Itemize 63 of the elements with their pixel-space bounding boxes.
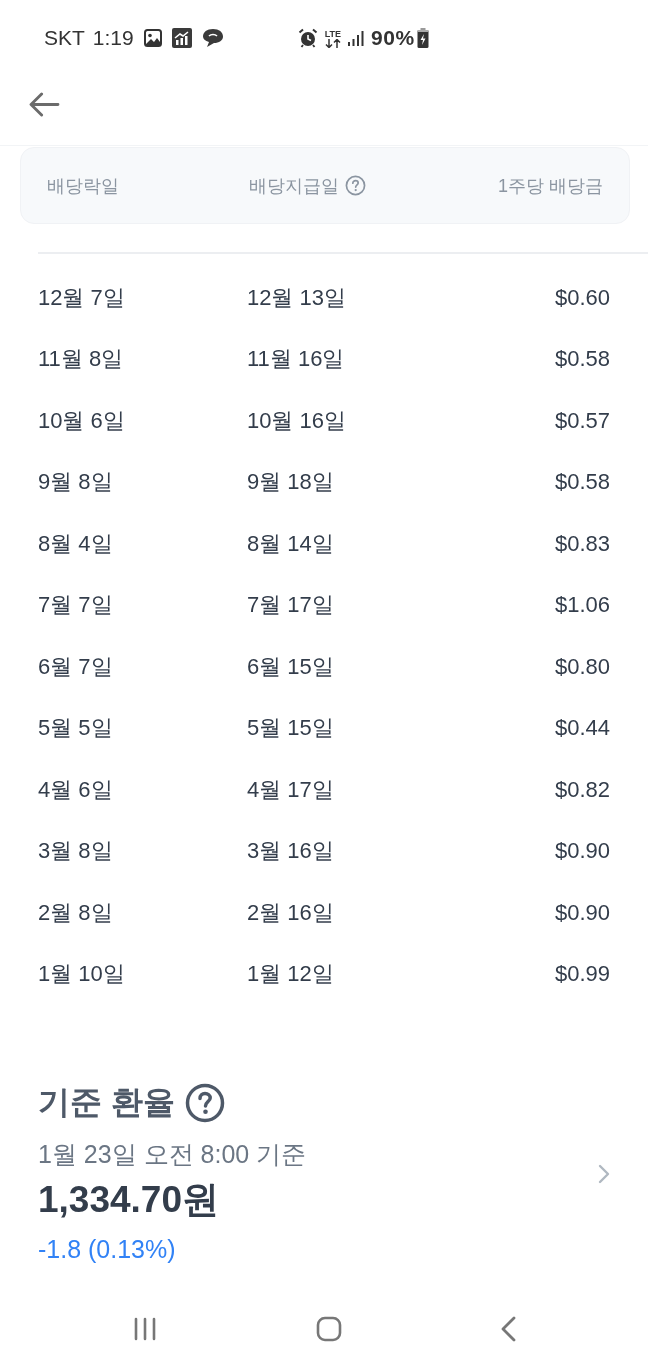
dividend-amount: $0.44 [554, 715, 610, 742]
payment-date: 10월 16일 [247, 406, 348, 435]
payment-date: 5월 15일 [247, 714, 335, 743]
ex-dividend-date: 7월 7일 [38, 591, 114, 620]
ex-dividend-date: 8월 4일 [38, 529, 114, 558]
back-nav-button[interactable] [500, 1316, 516, 1342]
dividend-amount: $0.60 [554, 284, 610, 311]
battery-percent: 90% [371, 26, 415, 50]
back-arrow-icon [29, 92, 60, 117]
chart-icon [171, 28, 192, 48]
dividend-amount: $0.80 [554, 653, 610, 680]
column-header: 배당지급일 [249, 174, 339, 198]
rate-timestamp: 1월 23일 오전 8:00 기준 [38, 1139, 307, 1170]
alarm-clock-icon [297, 28, 318, 48]
ex-dividend-date: 2월 8일 [38, 898, 114, 927]
payment-date: 8월 14일 [247, 529, 335, 558]
payment-date: 12월 13일 [247, 283, 348, 312]
carrier-name: SKT [44, 26, 85, 50]
ex-dividend-date: 6월 7일 [38, 652, 114, 681]
network-type: LTE [324, 28, 342, 39]
ex-dividend-date: 3월 8일 [38, 837, 114, 866]
home-icon [315, 1316, 342, 1342]
dividend-amount: $0.82 [554, 776, 610, 803]
ex-dividend-date: 10월 6일 [38, 406, 126, 435]
clock-time: 1:19 [92, 26, 134, 50]
dividend-amount: $0.57 [554, 407, 610, 434]
battery-charging-icon [416, 28, 429, 48]
home-button[interactable] [315, 1316, 342, 1342]
chat-bubble-icon [201, 28, 224, 48]
dividend-amount: $0.90 [554, 899, 610, 926]
column-header: 1주당 배당금 [498, 174, 603, 198]
ex-dividend-date: 5월 5일 [38, 714, 114, 743]
dividend-amount: $0.90 [554, 838, 610, 865]
back-button[interactable] [29, 92, 60, 117]
recent-apps-icon [133, 1317, 157, 1341]
rate-change: -1.8 (0.13%) [38, 1234, 177, 1265]
dividend-amount: $0.58 [554, 346, 610, 373]
picture-icon [143, 29, 162, 47]
dividend-amount: $1.06 [554, 592, 610, 619]
help-icon[interactable] [184, 1083, 225, 1123]
payment-date: 6월 15일 [247, 652, 335, 681]
ex-dividend-date: 12월 7일 [38, 283, 126, 312]
exchange-rate-value: 1,334.70원 [38, 1178, 221, 1222]
section-title: 기준 환율 [38, 1083, 175, 1122]
payment-date: 11월 16일 [247, 345, 346, 374]
payment-date: 4월 17일 [247, 775, 335, 804]
ex-dividend-date: 1월 10일 [38, 960, 126, 989]
payment-date: 2월 16일 [247, 898, 335, 927]
back-chevron-icon [500, 1316, 516, 1342]
payment-date: 9월 18일 [247, 468, 335, 497]
dividend-amount: $0.58 [554, 469, 610, 496]
ex-dividend-date: 9월 8일 [38, 468, 114, 497]
recent-apps-button[interactable] [133, 1317, 157, 1341]
dividend-amount: $0.99 [554, 961, 610, 988]
dividend-amount: $0.83 [554, 530, 610, 557]
payment-date: 3월 16일 [247, 837, 335, 866]
signal-icon [348, 30, 365, 46]
data-arrows-icon [324, 38, 341, 48]
column-header: 배당락일 [47, 174, 119, 198]
ex-dividend-date: 11월 8일 [38, 345, 125, 374]
payment-date: 7월 17일 [247, 591, 335, 620]
ex-dividend-date: 4월 6일 [38, 775, 114, 804]
payment-date: 1월 12일 [247, 960, 335, 989]
